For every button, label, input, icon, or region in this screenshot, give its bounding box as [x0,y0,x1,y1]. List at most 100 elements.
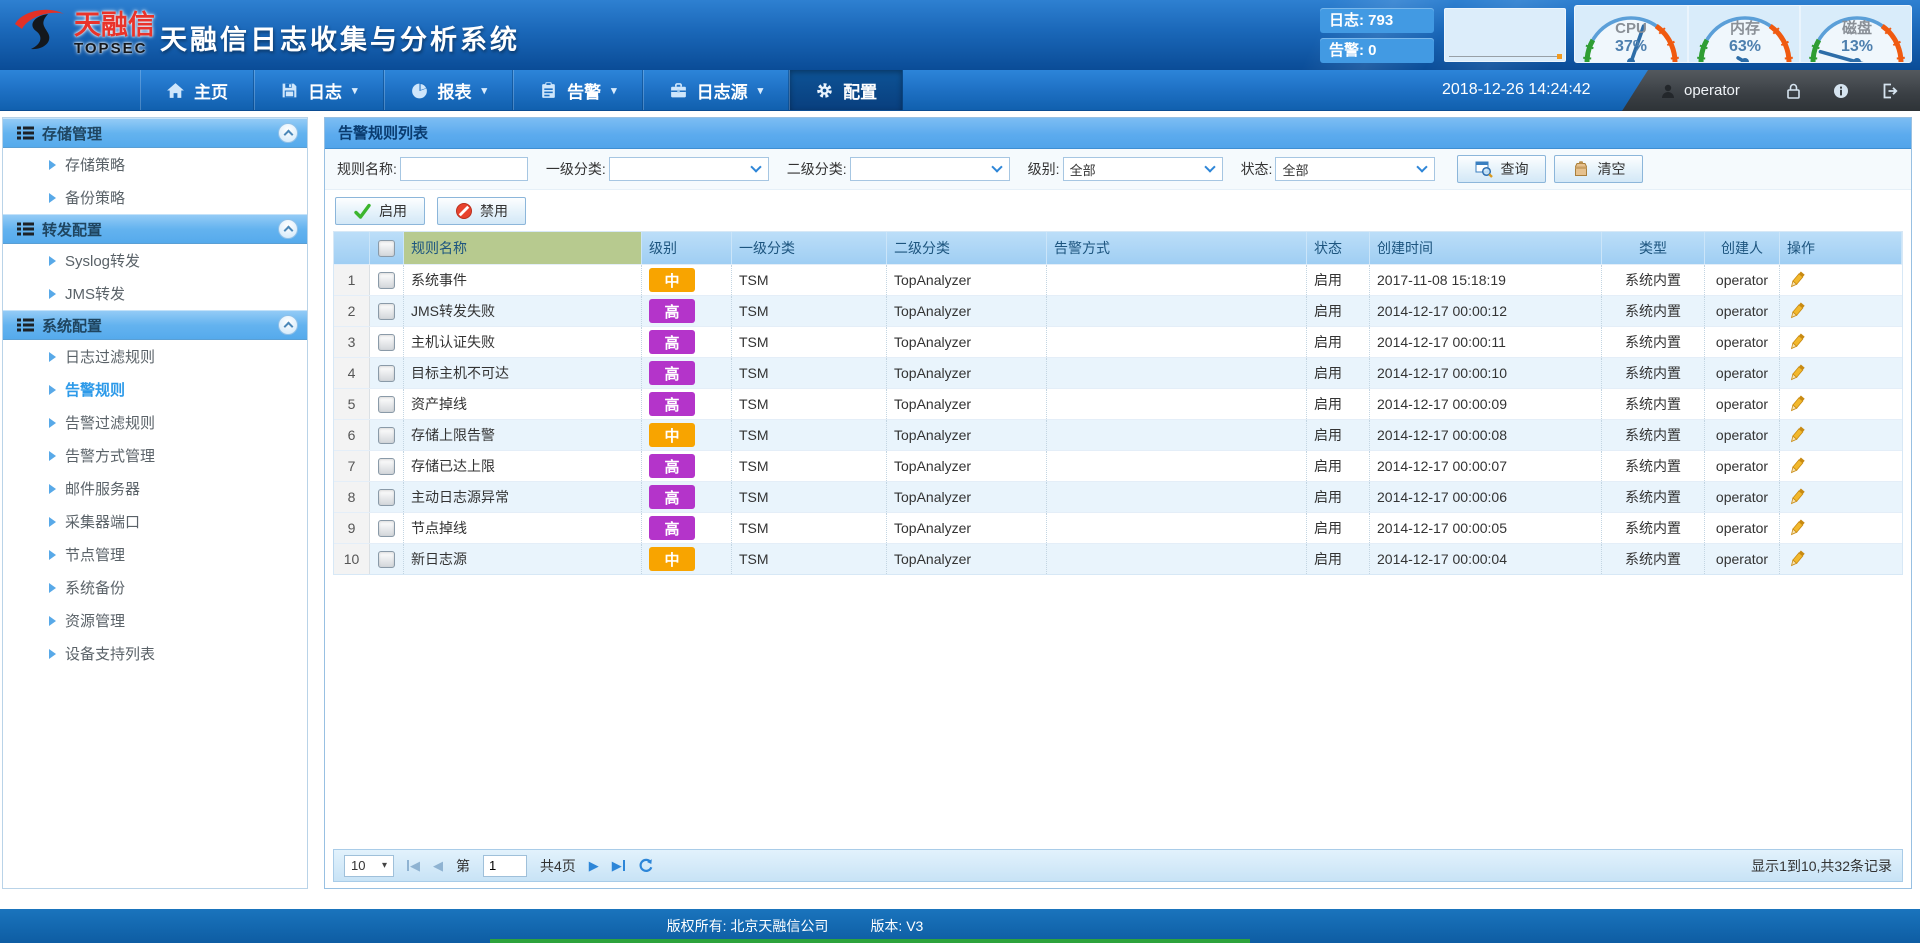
level-select-value: 全部 [1070,160,1096,179]
created-time-cell: 2014-12-17 00:00:11 [1370,327,1602,357]
sidebar-item-label: 告警规则 [65,379,125,400]
sidebar-item-label: 日志过滤规则 [65,346,155,367]
row-checkbox[interactable] [378,396,395,413]
level-cell: 高 [642,389,732,419]
nav-item-logs[interactable]: 日志 ▾ [254,70,384,110]
collapse-button[interactable] [278,219,298,239]
app-header: 天融信 TOPSEC 天融信日志收集与分析系统 日志: 793 告警: 0 CP… [0,0,1920,70]
next-page-button[interactable]: ▶ [589,858,599,874]
row-checkbox[interactable] [378,551,395,568]
svg-text:内存: 内存 [1730,19,1760,37]
nav-item-home[interactable]: 主页 [140,70,254,110]
edit-icon[interactable] [1787,270,1807,290]
nav-item-alarms[interactable]: 告警 ▾ [513,70,643,110]
rule-name-input[interactable] [400,157,528,181]
table-row: 7 存储已达上限 高 TSM TopAnalyzer 启用 2014-12-17… [334,450,1902,481]
nav-item-logsources[interactable]: 日志源 ▾ [643,70,790,110]
type-cell: 系统内置 [1602,513,1705,543]
lock-icon[interactable] [1786,83,1801,99]
sidebar-item-告警过滤规则[interactable]: 告警过滤规则 [3,406,307,439]
row-checkbox[interactable] [378,520,395,537]
edit-icon[interactable] [1787,487,1807,507]
clear-button[interactable]: 清空 [1554,155,1643,183]
sidebar-item-系统备份[interactable]: 系统备份 [3,571,307,604]
edit-icon[interactable] [1787,425,1807,445]
table-row: 6 存储上限告警 中 TSM TopAnalyzer 启用 2014-12-17… [334,419,1902,450]
search-button[interactable]: 查询 [1457,155,1546,183]
nav-item-reports[interactable]: 报表 ▾ [384,70,514,110]
row-checkbox[interactable] [378,427,395,444]
row-checkbox[interactable] [378,458,395,475]
row-checkbox-cell [370,389,404,419]
edit-icon[interactable] [1787,363,1807,383]
edit-icon[interactable] [1787,301,1807,321]
sidebar-item-JMS转发[interactable]: JMS转发 [3,277,307,310]
sidebar-section-header[interactable]: 系统配置 [3,310,307,340]
sidebar-item-告警方式管理[interactable]: 告警方式管理 [3,439,307,472]
check-icon [353,202,372,221]
sidebar-item-节点管理[interactable]: 节点管理 [3,538,307,571]
sidebar-item-采集器端口[interactable]: 采集器端口 [3,505,307,538]
row-checkbox[interactable] [378,303,395,320]
edit-icon[interactable] [1787,549,1807,569]
table-row: 9 节点掉线 高 TSM TopAnalyzer 启用 2014-12-17 0… [334,512,1902,543]
category1-cell: TSM [732,296,887,326]
sidebar-item-告警规则[interactable]: 告警规则 [3,373,307,406]
sidebar-item-资源管理[interactable]: 资源管理 [3,604,307,637]
sidebar-item-日志过滤规则[interactable]: 日志过滤规则 [3,340,307,373]
creator-cell: operator [1705,358,1780,388]
page-size-select[interactable]: 10 ▾ [344,855,394,877]
status-cell: 启用 [1307,327,1370,357]
enable-button[interactable]: 启用 [335,197,425,225]
disable-button[interactable]: 禁用 [437,197,526,225]
level-cell: 高 [642,327,732,357]
edit-icon[interactable] [1787,518,1807,538]
edit-icon[interactable] [1787,332,1807,352]
sidebar-item-Syslog转发[interactable]: Syslog转发 [3,244,307,277]
level-badge: 中 [649,423,695,447]
logout-icon[interactable] [1881,83,1898,99]
sidebar-item-邮件服务器[interactable]: 邮件服务器 [3,472,307,505]
home-icon [166,81,185,100]
collapse-button[interactable] [278,315,298,335]
collapse-button[interactable] [278,123,298,143]
created-time-cell: 2017-11-08 15:18:19 [1370,265,1602,295]
alarm-method-cell [1047,265,1307,295]
level-select[interactable]: 全部 [1063,157,1223,181]
select-all-checkbox[interactable] [378,240,395,257]
type-cell: 系统内置 [1602,482,1705,512]
last-page-button[interactable]: ▶ [612,858,625,874]
user-icon [1660,83,1676,99]
row-number: 6 [334,420,370,450]
triangle-icon [49,193,56,203]
sidebar-section-header[interactable]: 转发配置 [3,214,307,244]
sidebar-item-备份策略[interactable]: 备份策略 [3,181,307,214]
edit-icon[interactable] [1787,394,1807,414]
search-icon [1475,160,1493,178]
prev-page-button[interactable]: ◀ [433,858,443,874]
nav-item-config[interactable]: 配置 [789,70,903,110]
username[interactable]: operator [1684,82,1740,99]
chevron-down-icon: ▾ [352,84,358,97]
row-checkbox[interactable] [378,272,395,289]
sidebar-section-header[interactable]: 存储管理 [3,118,307,148]
row-checkbox[interactable] [378,489,395,506]
page-number-input[interactable] [483,855,527,877]
category2-select[interactable] [850,157,1010,181]
type-cell: 系统内置 [1602,544,1705,574]
log-count-chip[interactable]: 日志: 793 [1320,8,1434,33]
category1-select[interactable] [609,157,769,181]
info-icon[interactable] [1833,83,1849,99]
refresh-button[interactable] [638,858,654,874]
gauge-dial-icon: CPU 37% [1575,6,1687,63]
row-checkbox[interactable] [378,365,395,382]
first-page-button[interactable]: ◀ [407,858,420,874]
edit-icon[interactable] [1787,456,1807,476]
row-checkbox[interactable] [378,334,395,351]
sidebar-item-设备支持列表[interactable]: 设备支持列表 [3,637,307,670]
status-select[interactable]: 全部 [1275,157,1435,181]
sidebar-item-存储策略[interactable]: 存储策略 [3,148,307,181]
row-number: 8 [334,482,370,512]
sidebar-item-label: 采集器端口 [65,511,140,532]
alarm-count-chip[interactable]: 告警: 0 [1320,38,1434,63]
